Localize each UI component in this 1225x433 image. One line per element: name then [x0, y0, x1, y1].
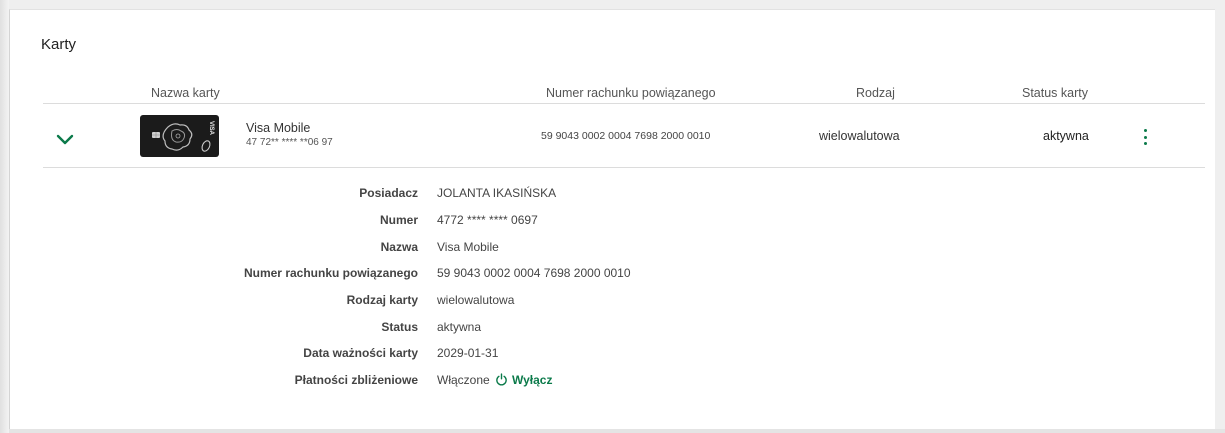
section-title: Karty — [41, 36, 77, 53]
expand-toggle-button[interactable] — [54, 129, 76, 151]
left-shadow — [0, 0, 9, 433]
column-header-type: Rodzaj — [856, 86, 895, 100]
detail-label-name: Nazwa — [380, 240, 418, 254]
detail-value-name: Visa Mobile — [437, 240, 499, 254]
more-options-button[interactable] — [1138, 128, 1152, 146]
detail-label-expiry-date: Data ważności karty — [303, 346, 418, 360]
detail-label-linked-account: Numer rachunku powiązanego — [243, 266, 418, 280]
kebab-dot — [1143, 142, 1147, 145]
column-header-card-name: Nazwa karty — [151, 86, 220, 100]
kebab-dot — [1143, 135, 1147, 139]
detail-label-card-type: Rodzaj karty — [346, 293, 418, 307]
detail-label-status: Status — [381, 320, 418, 334]
detail-value-expiry-date: 2029-01-31 — [437, 346, 499, 360]
chevron-down-icon — [56, 134, 74, 145]
detail-value-linked-account: 59 9043 0002 0004 7698 2000 0010 — [437, 266, 631, 280]
linked-account-number: 59 9043 0002 0004 7698 2000 0010 — [541, 130, 711, 142]
column-header-status: Status karty — [1022, 86, 1088, 100]
disable-contactless-link[interactable]: Wyłącz — [512, 373, 552, 387]
column-header-linked-account: Numer rachunku powiązanego — [546, 86, 716, 100]
card-type: wielowalutowa — [819, 129, 900, 143]
card-image: VISA — [140, 115, 219, 157]
detail-value-status: aktywna — [437, 320, 482, 334]
power-icon[interactable] — [495, 373, 508, 386]
kebab-dot — [1143, 129, 1147, 132]
detail-label-number: Numer — [379, 213, 418, 227]
header-divider — [43, 103, 1205, 104]
detail-value-holder: JOLANTA IKASIŃSKA — [437, 186, 557, 200]
row-divider — [43, 167, 1205, 168]
card-name: Visa Mobile — [246, 121, 311, 135]
detail-value-card-type: wielowalutowa — [437, 293, 515, 307]
visa-logo-text: VISA — [208, 121, 214, 136]
detail-value-contactless: Włączone — [437, 373, 490, 387]
card-number-masked: 47 72** **** **06 97 — [246, 137, 333, 148]
detail-label-contactless: Płatności zbliżeniowe — [294, 373, 418, 387]
detail-value-number: 4772 **** **** 0697 — [437, 213, 538, 227]
detail-label-holder: Posiadacz — [359, 186, 418, 200]
bottom-shadow — [9, 429, 1225, 433]
card-status: aktywna — [1043, 129, 1089, 143]
cards-panel: Karty Nazwa karty Numer rachunku powiąza… — [9, 9, 1215, 429]
